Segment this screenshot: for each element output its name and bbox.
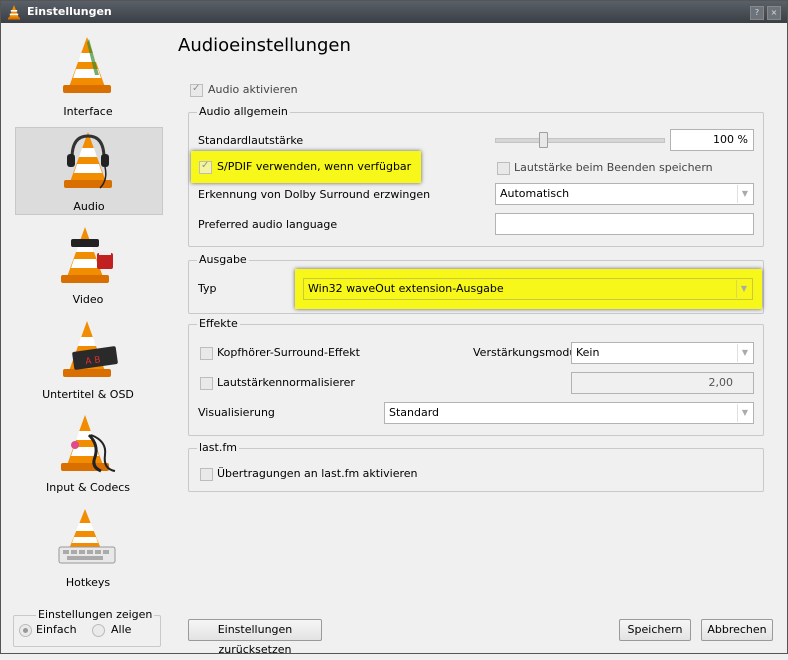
save-volume-label: Lautstärke beim Beenden speichern — [514, 161, 713, 174]
vlc-cone-headphones-icon — [64, 132, 112, 189]
normalizer-value-input[interactable]: 2,00 — [571, 372, 754, 394]
save-volume-checkbox[interactable] — [497, 162, 510, 175]
lastfm-submit-checkbox[interactable] — [200, 468, 213, 481]
vlc-cone-icon — [63, 37, 111, 93]
sidebar-item-video[interactable]: Video — [15, 221, 161, 311]
volume-value-input[interactable]: 100 % — [670, 129, 754, 151]
cancel-button[interactable]: Abbrechen — [701, 619, 773, 641]
volume-slider-handle[interactable] — [539, 132, 548, 148]
help-button[interactable]: ? — [750, 6, 764, 20]
window-title: Einstellungen — [27, 5, 112, 18]
gain-mode-select[interactable]: Kein ▼ — [571, 342, 754, 364]
output-type-select[interactable]: Win32 waveOut extension-Ausgabe ▼ — [303, 278, 753, 300]
all-radio[interactable] — [92, 624, 105, 637]
normalizer-label: Lautstärkennormalisierer — [217, 376, 355, 389]
group-title: Effekte — [197, 317, 240, 330]
sidebar-item-audio[interactable]: Audio — [15, 127, 163, 215]
sidebar-item-label: Audio — [73, 200, 105, 213]
sidebar-item-label: Hotkeys — [65, 576, 111, 589]
show-settings-group: Einstellungen zeigen Einfach Alle — [13, 608, 161, 647]
title-bar: Einstellungen ? × — [1, 1, 787, 23]
simple-radio-label: Einfach — [36, 623, 77, 636]
group-title: Audio allgemein — [197, 105, 290, 118]
dolby-select-value: Automatisch — [500, 187, 570, 200]
visualization-value: Standard — [389, 406, 440, 419]
visualization-select[interactable]: Standard ▼ — [384, 402, 754, 424]
sidebar-item-label: Video — [72, 293, 104, 306]
group-title: Einstellungen zeigen — [36, 608, 155, 621]
volume-slider-track[interactable] — [495, 138, 665, 143]
headphone-effect-checkbox[interactable] — [200, 347, 213, 360]
preferences-window: Einstellungen ? × Interface Audio Video … — [0, 0, 788, 656]
simple-radio[interactable] — [19, 624, 32, 637]
chevron-down-icon: ▼ — [736, 280, 751, 298]
output-type-label: Typ — [198, 282, 217, 295]
chevron-down-icon: ▼ — [737, 404, 752, 422]
enable-audio-label: Audio aktivieren — [208, 83, 298, 96]
reset-settings-button[interactable]: Einstellungen zurücksetzen — [188, 619, 322, 656]
spdif-label: S/PDIF verwenden, wenn verfügbar — [217, 160, 412, 173]
vlc-cone-film-icon — [61, 227, 113, 283]
sidebar-item-label: Input & Codecs — [46, 481, 130, 494]
vlc-logo-icon — [8, 5, 20, 20]
sidebar-item-hotkeys[interactable]: Hotkeys — [15, 503, 161, 593]
chevron-down-icon: ▼ — [737, 344, 752, 362]
group-title: last.fm — [197, 441, 239, 454]
vlc-cone-subtitle-icon: A B — [63, 321, 118, 377]
lastfm-submit-label: Übertragungen an last.fm aktivieren — [217, 467, 418, 480]
page-title: Audioeinstellungen — [178, 35, 351, 56]
sidebar-item-label: Interface — [63, 105, 113, 118]
gain-mode-value: Kein — [576, 346, 600, 359]
all-radio-label: Alle — [111, 623, 132, 636]
gain-mode-label: Verstärkungsmodus — [473, 346, 583, 359]
normalizer-checkbox[interactable] — [200, 377, 213, 390]
sidebar-item-subtitles-osd[interactable]: A B Untertitel & OSD — [15, 315, 161, 405]
category-sidebar: Interface Audio Video A B Untertitel & O… — [1, 23, 171, 653]
dolby-label: Erkennung von Dolby Surround erzwingen — [198, 188, 431, 201]
visualization-label: Visualisierung — [198, 406, 275, 419]
audio-language-input[interactable] — [495, 213, 754, 235]
group-title: Ausgabe — [197, 253, 249, 266]
sidebar-item-input-codecs[interactable]: Input & Codecs — [15, 409, 161, 499]
vlc-cone-cable-icon — [61, 415, 116, 473]
chevron-down-icon: ▼ — [737, 185, 752, 203]
enable-audio-checkbox[interactable] — [190, 83, 203, 97]
sidebar-item-interface[interactable]: Interface — [15, 31, 161, 121]
close-button[interactable]: × — [767, 6, 781, 20]
headphone-effect-label: Kopfhörer-Surround-Effekt — [217, 346, 360, 359]
dolby-select[interactable]: Automatisch ▼ — [495, 183, 754, 205]
output-type-value: Win32 waveOut extension-Ausgabe — [308, 282, 504, 295]
default-volume-label: Standardlautstärke — [198, 134, 304, 147]
svg-text:A B: A B — [85, 355, 101, 367]
vlc-cone-keyboard-icon — [58, 509, 116, 564]
spdif-checkbox[interactable] — [199, 160, 212, 174]
sidebar-item-label: Untertitel & OSD — [42, 388, 134, 401]
save-button[interactable]: Speichern — [619, 619, 691, 641]
audio-language-label: Preferred audio language — [198, 218, 338, 231]
